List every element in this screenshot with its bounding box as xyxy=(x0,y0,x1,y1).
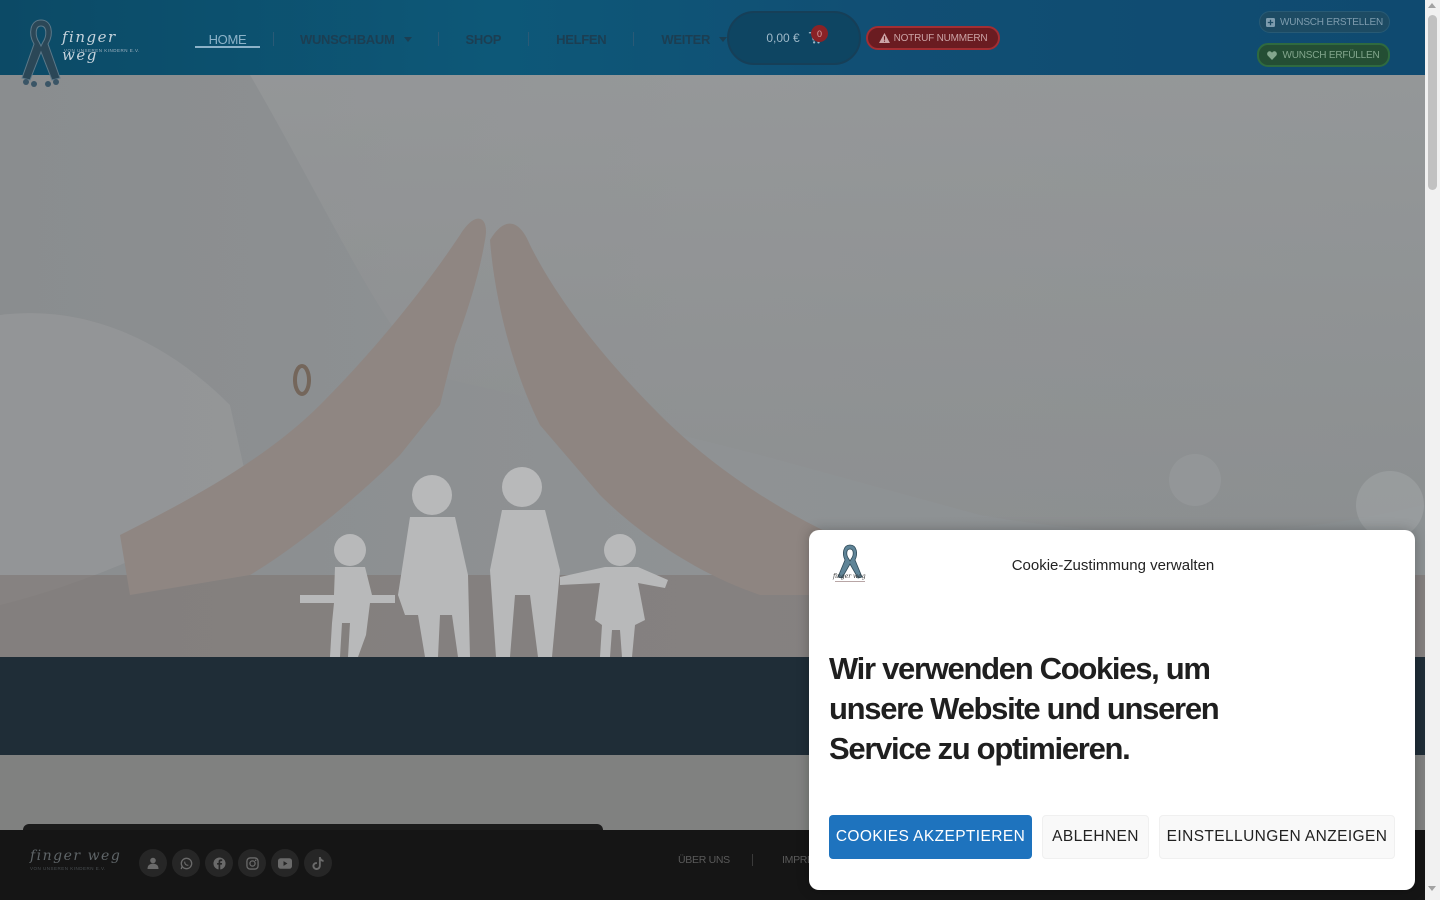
wunsch-erstellen-button[interactable]: WUNSCH ERSTELLEN xyxy=(1259,11,1390,33)
cookie-settings-button[interactable]: EINSTELLUNGEN ANZEIGEN xyxy=(1159,815,1395,859)
footer-logo[interactable]: finger weg VON UNSEREN KINDERN E.V. xyxy=(30,848,121,871)
wunsch-erfuellen-label: WUNSCH ERFÜLLEN xyxy=(1282,49,1380,61)
nav-item-label: SHOP xyxy=(465,31,502,47)
warning-icon xyxy=(878,33,890,43)
main-nav: HOME WUNSCHBAUM SHOP HELFEN WEITER xyxy=(195,26,728,52)
heart-icon xyxy=(1267,50,1278,60)
cart-count-badge: 0 xyxy=(811,25,828,42)
tiktok-icon[interactable] xyxy=(304,849,332,877)
nav-item-shop[interactable]: SHOP xyxy=(466,26,502,52)
youtube-icon[interactable] xyxy=(271,849,299,877)
notruf-label: NOTRUF NUMMERN xyxy=(893,32,988,44)
nav-item-home[interactable]: HOME xyxy=(195,26,260,52)
scrollbar-thumb[interactable] xyxy=(1428,15,1437,190)
nav-item-label: HELFEN xyxy=(556,31,607,47)
accept-cookies-button[interactable]: COOKIES AKZEPTIEREN xyxy=(829,815,1032,859)
cookie-dialog-message: Wir verwenden Cookies, um unsere Website… xyxy=(829,651,1220,766)
scroll-down-arrow-icon[interactable] xyxy=(1428,886,1436,891)
nav-divider xyxy=(633,32,635,46)
nav-divider xyxy=(437,32,439,46)
whatsapp-icon[interactable] xyxy=(172,849,200,877)
footer-divider xyxy=(752,854,753,866)
cart-button[interactable]: 0,00 € xyxy=(727,11,861,65)
nav-divider xyxy=(273,32,274,46)
cookie-dialog-title: Cookie-Zustimmung verwalten xyxy=(1011,557,1215,574)
cookie-dialog-actions: COOKIES AKZEPTIEREN ABLEHNEN EINSTELLUNG… xyxy=(829,815,1395,859)
brand-subtitle: VON UNSEREN KINDERN E.V. xyxy=(64,48,140,53)
wunsch-erfuellen-button[interactable]: WUNSCH ERFÜLLEN xyxy=(1257,43,1390,67)
wunsch-erstellen-label: WUNSCH ERSTELLEN xyxy=(1280,16,1383,28)
site-logo[interactable]: finger weg VON UNSEREN KINDERN E.V. xyxy=(12,14,152,87)
chevron-down-icon xyxy=(719,36,728,42)
brand-name: finger weg xyxy=(62,28,117,64)
facebook-icon[interactable] xyxy=(205,849,233,877)
social-links xyxy=(139,849,332,877)
nav-item-helfen[interactable]: HELFEN xyxy=(556,26,607,52)
notruf-nummern-button[interactable]: NOTRUF NUMMERN xyxy=(866,26,1000,50)
cart-total: 0,00 € xyxy=(766,31,800,45)
instagram-icon[interactable] xyxy=(238,849,266,877)
nav-item-weiter[interactable]: WEITER xyxy=(661,26,728,52)
nav-item-label: HOME xyxy=(208,31,247,47)
nav-item-label: WEITER xyxy=(661,31,711,47)
footer-brand-name: finger weg xyxy=(30,848,122,864)
nav-item-label: WUNSCHBAUM xyxy=(300,31,395,47)
plus-square-icon xyxy=(1266,17,1276,27)
cookie-consent-dialog: finger weg Cookie-Zustimmung verwalten W… xyxy=(809,530,1415,890)
svg-text:finger weg: finger weg xyxy=(832,573,866,580)
footer-brand-subtitle: VON UNSEREN KINDERN E.V. xyxy=(30,866,106,871)
footer-link-ueber-uns[interactable]: ÜBER UNS xyxy=(678,854,730,866)
site-header: finger weg VON UNSEREN KINDERN E.V. HOME… xyxy=(0,0,1425,87)
chevron-down-icon xyxy=(403,36,412,42)
awareness-ribbon-icon xyxy=(21,19,61,87)
nav-divider xyxy=(528,32,530,46)
scroll-up-arrow-icon[interactable] xyxy=(1428,3,1436,8)
nav-item-wunschbaum[interactable]: WUNSCHBAUM xyxy=(300,26,412,52)
deny-cookies-button[interactable]: ABLEHNEN xyxy=(1042,815,1149,859)
user-icon[interactable] xyxy=(139,849,167,877)
